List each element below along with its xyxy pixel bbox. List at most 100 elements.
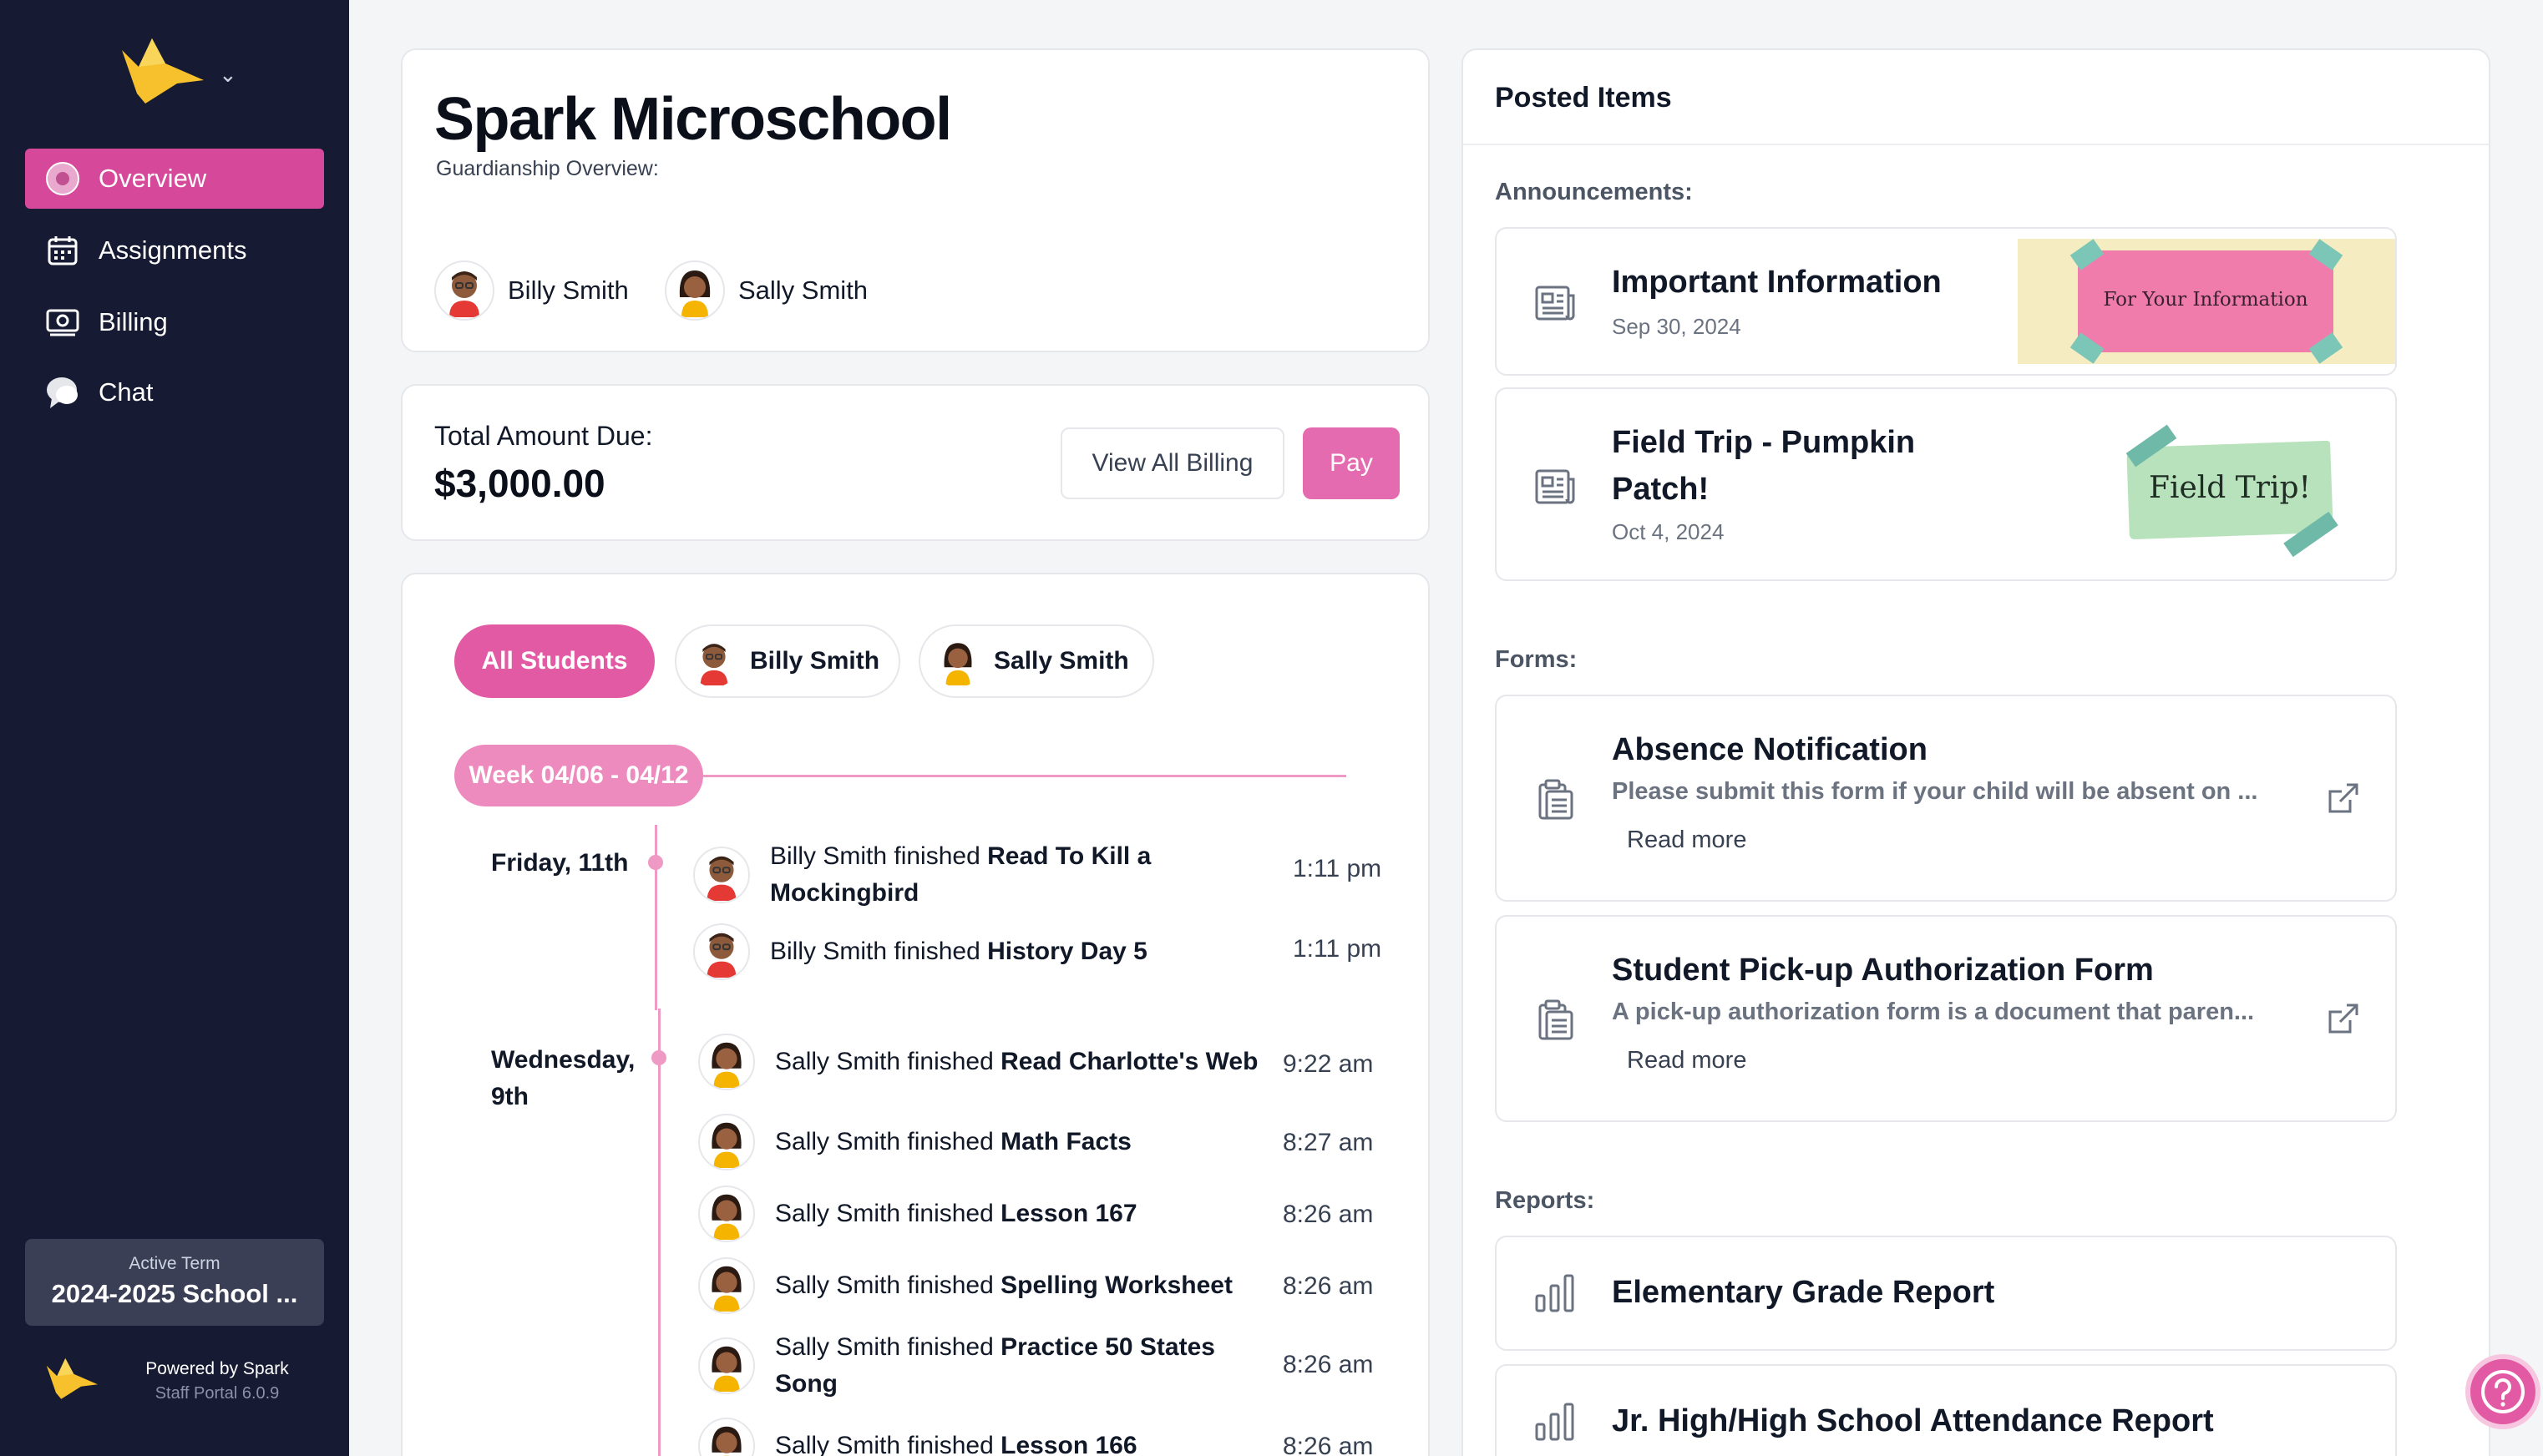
school-switcher[interactable]: ⌄ xyxy=(117,33,259,117)
avatar xyxy=(698,1418,755,1456)
activity-text: Sally Smith finished Read Charlotte's We… xyxy=(775,1044,1276,1080)
form-item[interactable]: Absence Notification Please submit this … xyxy=(1495,695,2397,902)
activity-text: Billy Smith finished Read To Kill a Mock… xyxy=(770,838,1271,912)
activity-prefix: Billy Smith finished xyxy=(770,938,988,965)
activity-text: Sally Smith finished Math Facts xyxy=(775,1124,1276,1160)
list-item: Billy Smith finished Read To Kill a Mock… xyxy=(693,838,1271,912)
report-item[interactable]: Jr. High/High School Attendance Report xyxy=(1495,1364,2397,1456)
read-more-link[interactable]: Read more xyxy=(1627,827,1746,854)
activity-time: 8:27 am xyxy=(1283,1129,1374,1156)
student-chip-sally[interactable]: Sally Smith xyxy=(665,260,868,321)
activity-prefix: Sally Smith finished xyxy=(775,1048,1001,1075)
avatar xyxy=(698,1034,755,1090)
week-label: Week 04/06 - 04/12 xyxy=(454,745,703,806)
chat-icon xyxy=(45,375,80,410)
form-description: A pick-up authorization form is a docume… xyxy=(1612,998,2255,1025)
help-button[interactable] xyxy=(2465,1354,2540,1429)
activity-text: Billy Smith finished History Day 5 xyxy=(770,933,1271,970)
student-chip-billy[interactable]: Billy Smith xyxy=(434,260,629,321)
sidebar-item-chat[interactable]: Chat xyxy=(25,362,324,422)
avatar xyxy=(932,635,984,687)
filter-sally-smith[interactable]: Sally Smith xyxy=(919,624,1154,698)
calendar-icon xyxy=(45,233,80,268)
active-term-label: Active Term xyxy=(129,1254,220,1273)
field-trip-banner-image: Field Trip! xyxy=(2103,424,2353,558)
fyi-banner-text: For Your Information xyxy=(2103,289,2308,311)
powered-by: Powered by Spark Staff Portal 6.0.9 xyxy=(43,1351,311,1418)
list-item: Sally Smith finished Read Charlotte's We… xyxy=(698,1034,1276,1090)
form-title: Student Pick-up Authorization Form xyxy=(1612,953,2154,988)
announcement-title: Field Trip - Pumpkin Patch! xyxy=(1612,425,1916,507)
school-card: Spark Microschool Guardianship Overview:… xyxy=(401,48,1430,352)
form-title: Absence Notification xyxy=(1612,732,1928,767)
activity-time: 8:26 am xyxy=(1283,1433,1374,1456)
timeline-dot xyxy=(651,1050,666,1065)
filter-label: Billy Smith xyxy=(750,647,880,675)
timeline-line xyxy=(658,1009,661,1456)
announcement-date: Sep 30, 2024 xyxy=(1612,314,1741,339)
list-item: Sally Smith finished Spelling Worksheet xyxy=(698,1257,1276,1314)
billing-card: Total Amount Due: $3,000.00 View All Bil… xyxy=(401,384,1430,541)
total-due-label: Total Amount Due: xyxy=(434,421,653,451)
report-title: Jr. High/High School Attendance Report xyxy=(1612,1403,2214,1438)
spark-logo-icon xyxy=(122,38,204,104)
announcements-label: Announcements: xyxy=(1495,179,1693,205)
form-item[interactable]: Student Pick-up Authorization Form A pic… xyxy=(1495,915,2397,1122)
view-all-billing-button[interactable]: View All Billing xyxy=(1061,427,1284,499)
avatar xyxy=(698,1337,755,1394)
sidebar-item-assignments[interactable]: Assignments xyxy=(25,220,324,281)
active-term-selector[interactable]: Active Term 2024-2025 School ... xyxy=(25,1239,324,1326)
activity-prefix: Sally Smith finished xyxy=(775,1200,1001,1227)
activity-time: 8:26 am xyxy=(1283,1201,1374,1228)
posted-items-title: Posted Items xyxy=(1495,82,1672,114)
external-link-icon[interactable] xyxy=(2325,780,2362,816)
billing-icon xyxy=(45,305,80,340)
activity-time: 1:11 pm xyxy=(1293,935,1382,963)
announcement-title: Important Information xyxy=(1612,265,1942,300)
list-item: Sally Smith finished Practice 50 States … xyxy=(698,1329,1276,1403)
sidebar-item-label: Overview xyxy=(99,164,207,193)
student-name: Sally Smith xyxy=(738,276,869,305)
report-title: Elementary Grade Report xyxy=(1612,1275,1995,1310)
list-item: Billy Smith finished History Day 5 xyxy=(693,923,1271,980)
announcement-item[interactable]: Important Information Sep 30, 2024 For Y… xyxy=(1495,227,2397,376)
clipboard-icon xyxy=(1538,999,1573,1040)
total-due-amount: $3,000.00 xyxy=(434,462,605,505)
sidebar-item-label: Chat xyxy=(99,377,154,407)
sidebar-item-overview[interactable]: Overview xyxy=(25,149,324,209)
form-description: Please submit this form if your child wi… xyxy=(1612,778,2258,805)
timeline-dot xyxy=(648,855,663,870)
sidebar-item-label: Assignments xyxy=(99,235,247,265)
announcement-item[interactable]: Field Trip - Pumpkin Patch! Oct 4, 2024 … xyxy=(1495,387,2397,581)
filter-billy-smith[interactable]: Billy Smith xyxy=(675,624,900,698)
list-item: Sally Smith finished Math Facts xyxy=(698,1114,1276,1170)
avatar xyxy=(693,923,750,980)
read-more-link[interactable]: Read more xyxy=(1627,1047,1746,1074)
activity-prefix: Sally Smith finished xyxy=(775,1271,1001,1299)
avatar xyxy=(698,1186,755,1242)
reports-label: Reports: xyxy=(1495,1187,1595,1214)
activity-time: 8:26 am xyxy=(1283,1272,1374,1300)
page-title: Spark Microschool xyxy=(434,86,952,153)
external-link-icon[interactable] xyxy=(2325,1000,2362,1037)
version-text: Staff Portal 6.0.9 xyxy=(155,1384,280,1403)
activity-task: Lesson 166 xyxy=(1000,1432,1137,1456)
avatar xyxy=(693,847,750,903)
report-item[interactable]: Elementary Grade Report xyxy=(1495,1236,2397,1351)
activity-text: Sally Smith finished Spelling Worksheet xyxy=(775,1267,1276,1304)
activity-time: 8:26 am xyxy=(1283,1351,1374,1378)
sidebar-item-label: Billing xyxy=(99,307,168,336)
avatar xyxy=(688,635,740,687)
sidebar-item-billing[interactable]: Billing xyxy=(25,292,324,352)
avatar xyxy=(698,1257,755,1314)
activity-task: Spelling Worksheet xyxy=(1000,1271,1233,1299)
activity-prefix: Sally Smith finished xyxy=(775,1432,1001,1456)
spark-logo-icon xyxy=(46,1358,98,1399)
activity-text: Sally Smith finished Lesson 166 xyxy=(775,1428,1276,1456)
list-item: Sally Smith finished Lesson 166 xyxy=(698,1418,1276,1456)
pay-button[interactable]: Pay xyxy=(1303,427,1400,499)
activity-prefix: Sally Smith finished xyxy=(775,1128,1001,1155)
activity-time: 9:22 am xyxy=(1283,1050,1374,1078)
filter-all-students[interactable]: All Students xyxy=(454,624,655,698)
divider xyxy=(1463,144,2489,145)
